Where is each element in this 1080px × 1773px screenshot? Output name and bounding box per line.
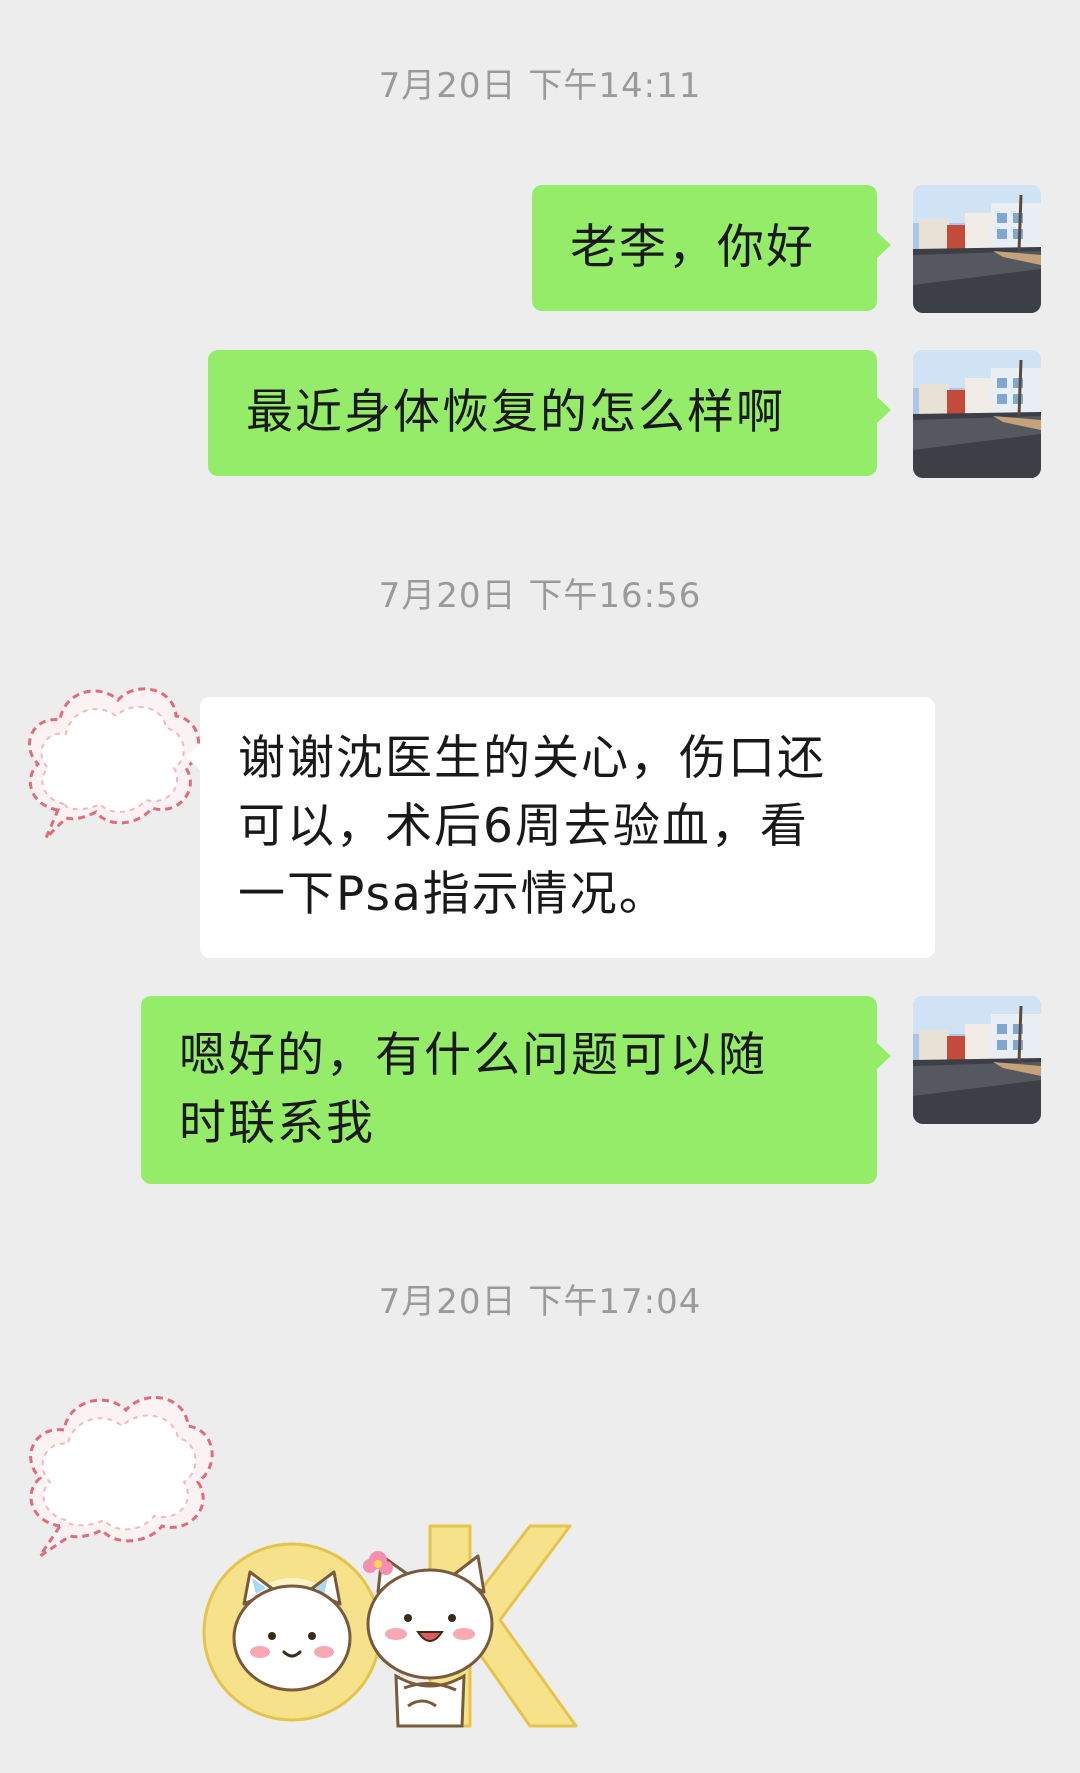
timestamp-3: 7月20日 下午17:04 bbox=[378, 1282, 702, 1322]
received-message-bubble[interactable]: 谢谢沈医生的关心，伤口还 可以，术后6周去验血，看 一下Psa指示情况。 bbox=[186, 697, 935, 958]
street-photo-icon bbox=[913, 996, 1041, 1124]
message-text-line: 谢谢沈医生的关心，伤口还 bbox=[238, 731, 826, 786]
message-text-line: 可以，术后6周去验血，看 bbox=[238, 799, 809, 854]
message-text-line: 嗯好的，有什么问题可以随 bbox=[179, 1028, 767, 1083]
message-text: 最近身体恢复的怎么样啊 bbox=[246, 385, 785, 440]
street-photo-icon bbox=[913, 185, 1041, 313]
chat-area: 7月20日 下午14:11 老李，你好 最近身体恢复的怎么样啊 7月20日 下午… bbox=[0, 0, 1080, 1773]
sender-avatar[interactable] bbox=[913, 996, 1041, 1124]
pink-cloud-icon bbox=[29, 1396, 214, 1558]
timestamp-1: 7月20日 下午14:11 bbox=[378, 66, 702, 106]
sender-avatar[interactable] bbox=[913, 350, 1041, 478]
message-text-line: 一下Psa指示情况。 bbox=[238, 867, 668, 922]
pink-cloud-icon bbox=[28, 687, 201, 840]
message-text: 老李，你好 bbox=[570, 220, 815, 275]
ok-cat-sticker-icon bbox=[202, 1524, 578, 1728]
sender-avatar[interactable] bbox=[913, 185, 1041, 313]
contact-avatar[interactable] bbox=[18, 1380, 223, 1560]
contact-avatar[interactable] bbox=[18, 672, 208, 842]
sent-message-bubble[interactable]: 老李，你好 bbox=[532, 185, 891, 311]
ok-cat-sticker[interactable] bbox=[200, 1520, 580, 1740]
sent-message-bubble[interactable]: 最近身体恢复的怎么样啊 bbox=[208, 350, 891, 476]
timestamp-2: 7月20日 下午16:56 bbox=[378, 576, 702, 616]
message-text-line: 时联系我 bbox=[179, 1096, 375, 1151]
street-photo-icon bbox=[913, 350, 1041, 478]
sent-message-bubble[interactable]: 嗯好的，有什么问题可以随 时联系我 bbox=[141, 996, 891, 1184]
